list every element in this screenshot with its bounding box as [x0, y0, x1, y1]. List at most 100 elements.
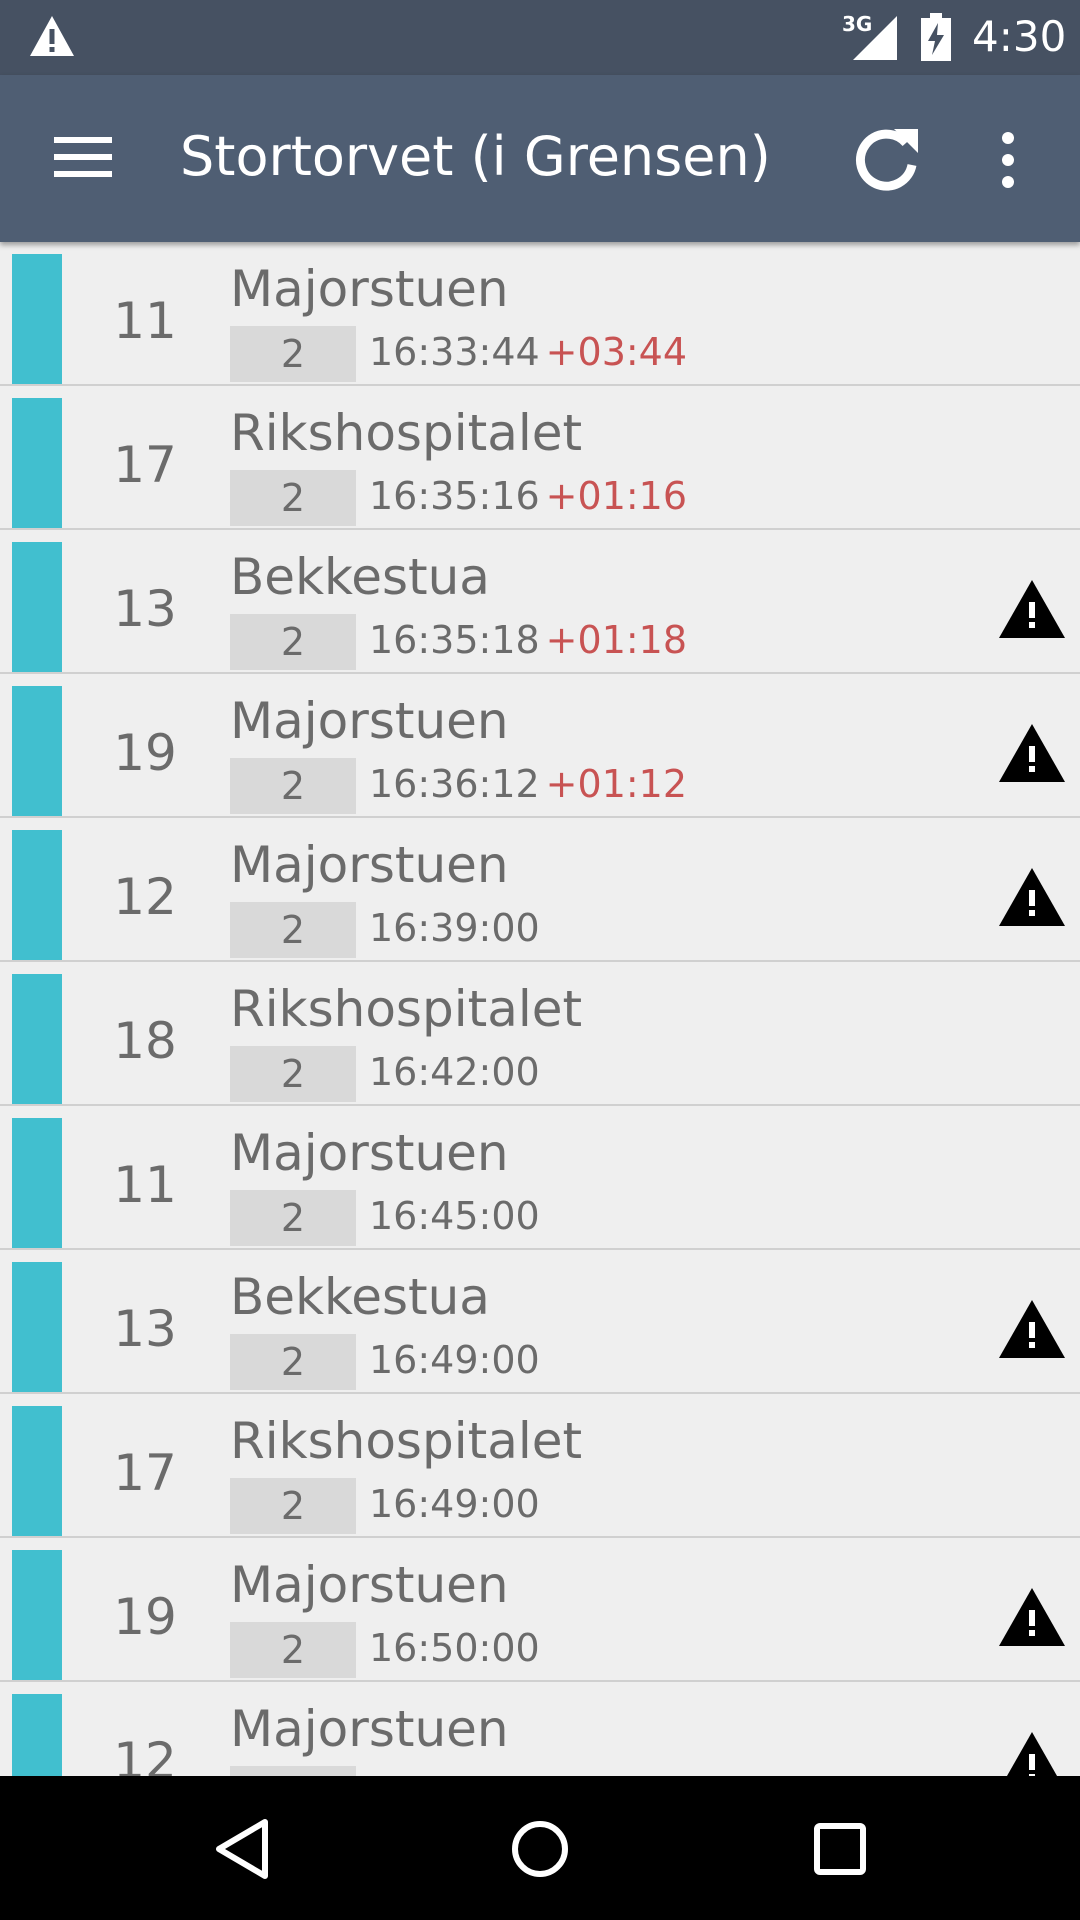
system-nav-bar: [0, 1776, 1080, 1920]
platform-badge: 2: [230, 1622, 356, 1678]
destination-label: Majorstuen: [230, 692, 509, 750]
departure-time: 16:50:00: [369, 1626, 540, 1670]
destination-label: Majorstuen: [230, 836, 509, 894]
scheduled-time: 16:35:16: [369, 474, 540, 518]
recents-icon[interactable]: [805, 1814, 875, 1884]
status-clock: 4:30: [972, 12, 1067, 61]
scheduled-time: 16:39:00: [369, 906, 540, 950]
delay-label: +01:16: [545, 474, 688, 518]
departure-row[interactable]: 12 Majorstuen: [0, 1682, 1080, 1776]
scheduled-time: 16:35:18: [369, 618, 540, 662]
platform-badge: 2: [230, 1334, 356, 1390]
line-number: 12: [113, 868, 177, 926]
line-number: 11: [113, 292, 177, 350]
departure-time: 16:35:18 +01:18: [369, 618, 687, 662]
scheduled-time: 16:42:00: [369, 1050, 540, 1094]
scheduled-time: 16:36:12: [369, 762, 540, 806]
line-number: 17: [113, 1444, 177, 1502]
departure-time: 16:33:44 +03:44: [369, 330, 687, 374]
warning-icon: [30, 16, 74, 56]
delay-label: +01:18: [545, 618, 688, 662]
departure-time: 16:42:00: [369, 1050, 540, 1094]
app-toolbar: Stortorvet (i Grensen): [0, 75, 1080, 242]
menu-icon[interactable]: [54, 135, 112, 179]
platform-badge: 2: [230, 902, 356, 958]
destination-label: Rikshospitalet: [230, 980, 583, 1038]
destination-label: Bekkestua: [230, 548, 490, 606]
destination-label: Rikshospitalet: [230, 1412, 583, 1470]
line-color-bar: [12, 254, 62, 384]
overflow-menu-icon[interactable]: [990, 130, 1026, 190]
alert-icon[interactable]: [997, 1586, 1067, 1648]
line-color-bar: [12, 974, 62, 1104]
departure-row[interactable]: 12 Majorstuen 2 16:39:00: [0, 818, 1080, 962]
departure-row[interactable]: 13 Bekkestua 2 16:49:00: [0, 1250, 1080, 1394]
platform-badge: 2: [230, 1190, 356, 1246]
departure-row[interactable]: 18 Rikshospitalet 2 16:42:00: [0, 962, 1080, 1106]
back-icon[interactable]: [205, 1814, 275, 1884]
line-color-bar: [12, 1550, 62, 1680]
alert-icon[interactable]: [997, 866, 1067, 928]
line-color-bar: [12, 686, 62, 816]
departure-list[interactable]: 11 Majorstuen 2 16:33:44 +03:44 17 Rikshospita…: [0, 242, 1080, 1776]
departure-time: 16:36:12 +01:12: [369, 762, 687, 806]
departure-row[interactable]: 13 Bekkestua 2 16:35:18 +01:18: [0, 530, 1080, 674]
scheduled-time: 16:49:00: [369, 1482, 540, 1526]
departure-time: 16:49:00: [369, 1482, 540, 1526]
platform-badge: [230, 1766, 356, 1776]
line-number: 12: [113, 1732, 177, 1776]
scheduled-time: 16:45:00: [369, 1194, 540, 1238]
departure-time: 16:39:00: [369, 906, 540, 950]
platform-badge: 2: [230, 614, 356, 670]
line-color-bar: [12, 398, 62, 528]
departure-row[interactable]: 11 Majorstuen 2 16:33:44 +03:44: [0, 242, 1080, 386]
destination-label: Majorstuen: [230, 1700, 509, 1758]
line-color-bar: [12, 542, 62, 672]
line-number: 13: [113, 1300, 177, 1358]
departure-row[interactable]: 19 Majorstuen 2 16:36:12 +01:12: [0, 674, 1080, 818]
departure-row[interactable]: 11 Majorstuen 2 16:45:00: [0, 1106, 1080, 1250]
alert-icon[interactable]: [997, 1730, 1067, 1776]
destination-label: Majorstuen: [230, 1124, 509, 1182]
scheduled-time: 16:49:00: [369, 1338, 540, 1382]
line-color-bar: [12, 830, 62, 960]
destination-label: Majorstuen: [230, 260, 509, 318]
line-color-bar: [12, 1406, 62, 1536]
alert-icon[interactable]: [997, 578, 1067, 640]
page-title: Stortorvet (i Grensen): [180, 125, 771, 188]
line-color-bar: [12, 1262, 62, 1392]
destination-label: Majorstuen: [230, 1556, 509, 1614]
line-number: 18: [113, 1012, 177, 1070]
line-color-bar: [12, 1118, 62, 1248]
scheduled-time: 16:33:44: [369, 330, 540, 374]
status-bar: 3G 4:30: [0, 0, 1080, 75]
home-icon[interactable]: [505, 1814, 575, 1884]
scheduled-time: 16:50:00: [369, 1626, 540, 1670]
departure-row[interactable]: 17 Rikshospitalet 2 16:49:00: [0, 1394, 1080, 1538]
alert-icon[interactable]: [997, 722, 1067, 784]
departure-time: 16:45:00: [369, 1194, 540, 1238]
platform-badge: 2: [230, 1046, 356, 1102]
line-number: 17: [113, 436, 177, 494]
delay-label: +01:12: [545, 762, 688, 806]
departure-time: 16:49:00: [369, 1338, 540, 1382]
platform-badge: 2: [230, 470, 356, 526]
platform-badge: 2: [230, 758, 356, 814]
platform-badge: 2: [230, 1478, 356, 1534]
destination-label: Bekkestua: [230, 1268, 490, 1326]
signal-icon: [853, 16, 897, 60]
platform-badge: 2: [230, 326, 356, 382]
delay-label: +03:44: [545, 330, 688, 374]
line-number: 19: [113, 1588, 177, 1646]
battery-icon: [921, 13, 951, 61]
line-number: 19: [113, 724, 177, 782]
destination-label: Rikshospitalet: [230, 404, 583, 462]
line-color-bar: [12, 1694, 62, 1776]
alert-icon[interactable]: [997, 1298, 1067, 1360]
departure-row[interactable]: 19 Majorstuen 2 16:50:00: [0, 1538, 1080, 1682]
line-number: 13: [113, 580, 177, 638]
line-number: 11: [113, 1156, 177, 1214]
departure-row[interactable]: 17 Rikshospitalet 2 16:35:16 +01:16: [0, 386, 1080, 530]
departure-time: 16:35:16 +01:16: [369, 474, 687, 518]
refresh-icon[interactable]: [850, 123, 922, 195]
